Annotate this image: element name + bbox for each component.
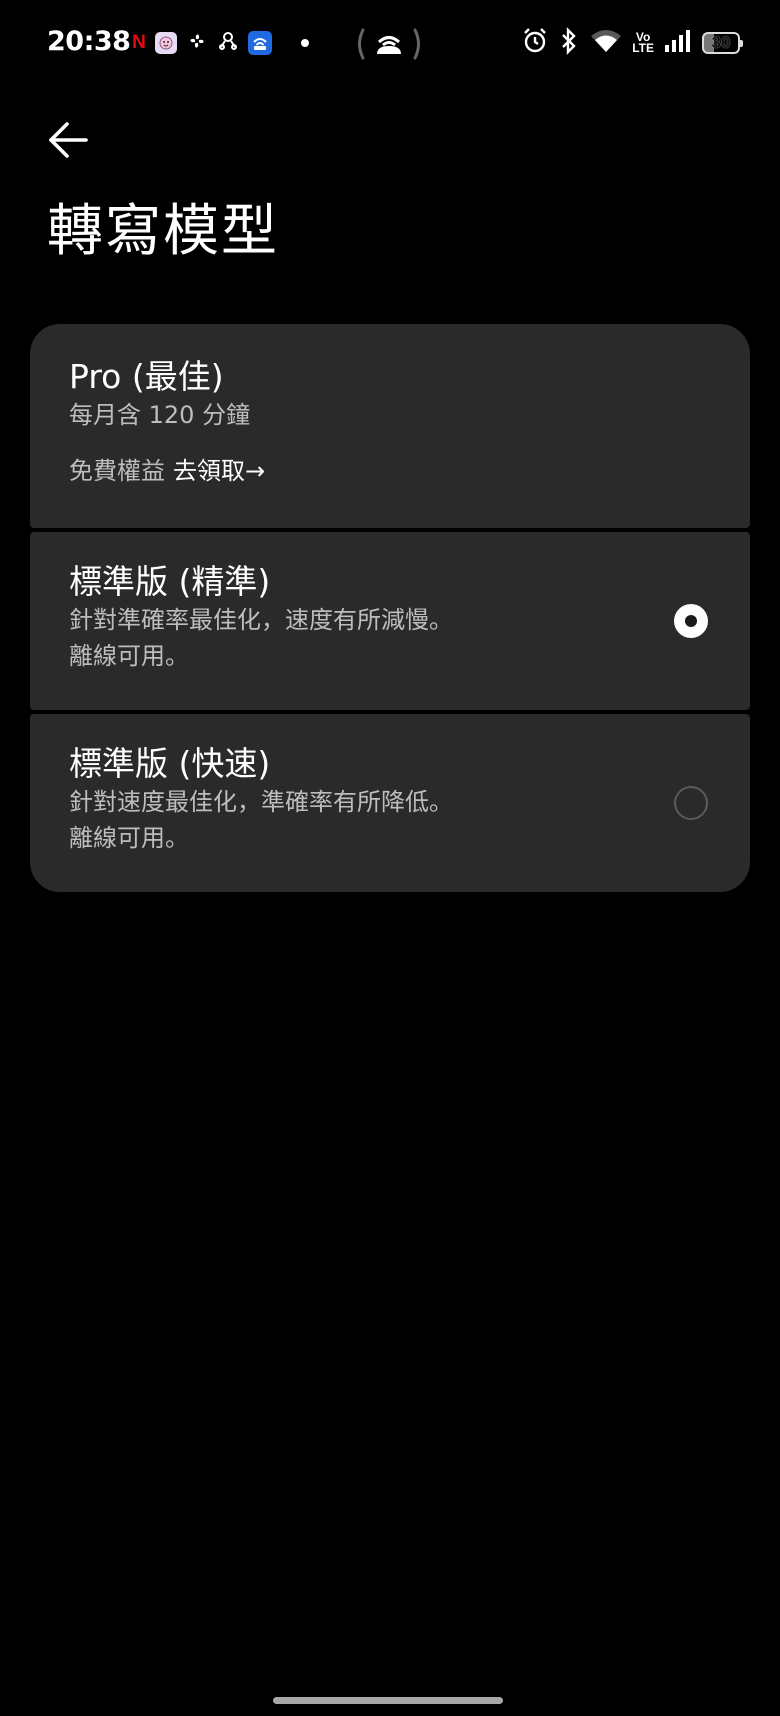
page-title: 轉寫模型 [47,199,279,264]
option-accurate-title: 標準版 (精準) [69,562,271,601]
radio-accurate-selected[interactable] [674,604,708,638]
option-fast-description-line1: 針對速度最佳化，準確率有所降低。 [69,788,453,816]
system-status-icons: Vo LTE 30 [522,26,743,60]
notification-icons: N [132,30,309,56]
option-standard-fast[interactable]: 標準版 (快速) 針對速度最佳化，準確率有所降低。 離線可用。 [30,714,750,892]
back-button[interactable] [40,112,96,168]
radio-dot [685,615,697,627]
battery-icon: 30 [702,32,743,54]
free-benefit-row: 免費權益 去領取→ [69,455,750,487]
volte-icon: Vo LTE [632,31,654,55]
free-benefit-label: 免費權益 [69,457,165,485]
bluetooth-icon [558,27,580,59]
alarm-icon [522,27,548,59]
option-pro[interactable]: Pro (最佳) 每月含 120 分鐘 免費權益 去領取→ [30,324,750,528]
option-fast-title: 標準版 (快速) [69,744,271,783]
drone-icon [217,30,239,56]
fan-icon [186,30,208,56]
wifi-app-icon [248,31,272,55]
battery-level: 30 [711,33,731,52]
app-face-icon [155,32,177,54]
model-options-list: Pro (最佳) 每月含 120 分鐘 免費權益 去領取→ 標準版 (精準) 針對… [30,324,750,892]
status-bar: 20:38 N Vo LTE 30 [0,0,780,88]
arrow-left-icon [49,122,88,158]
netflix-icon: N [132,32,146,53]
volte-bottom-text: LTE [632,41,654,55]
radio-fast-unselected[interactable] [674,786,708,820]
more-notifications-dot-icon [301,39,309,47]
option-standard-accurate[interactable]: 標準版 (精準) 針對準確率最佳化，速度有所減慢。 離線可用。 [30,532,750,710]
option-fast-description-line2: 離線可用。 [69,824,189,852]
claim-benefit-link[interactable]: 去領取→ [173,457,265,485]
option-accurate-description-line2: 離線可用。 [69,642,189,670]
home-indicator[interactable] [273,1697,503,1704]
wifi-icon [590,28,622,58]
option-accurate-description-line1: 針對準確率最佳化，速度有所減慢。 [69,606,453,634]
hotspot-indicator-icon [353,24,425,64]
status-time: 20:38 [47,26,131,57]
option-pro-description: 每月含 120 分鐘 [69,401,251,429]
option-pro-title: Pro (最佳) [69,357,224,396]
signal-icon [664,29,692,57]
